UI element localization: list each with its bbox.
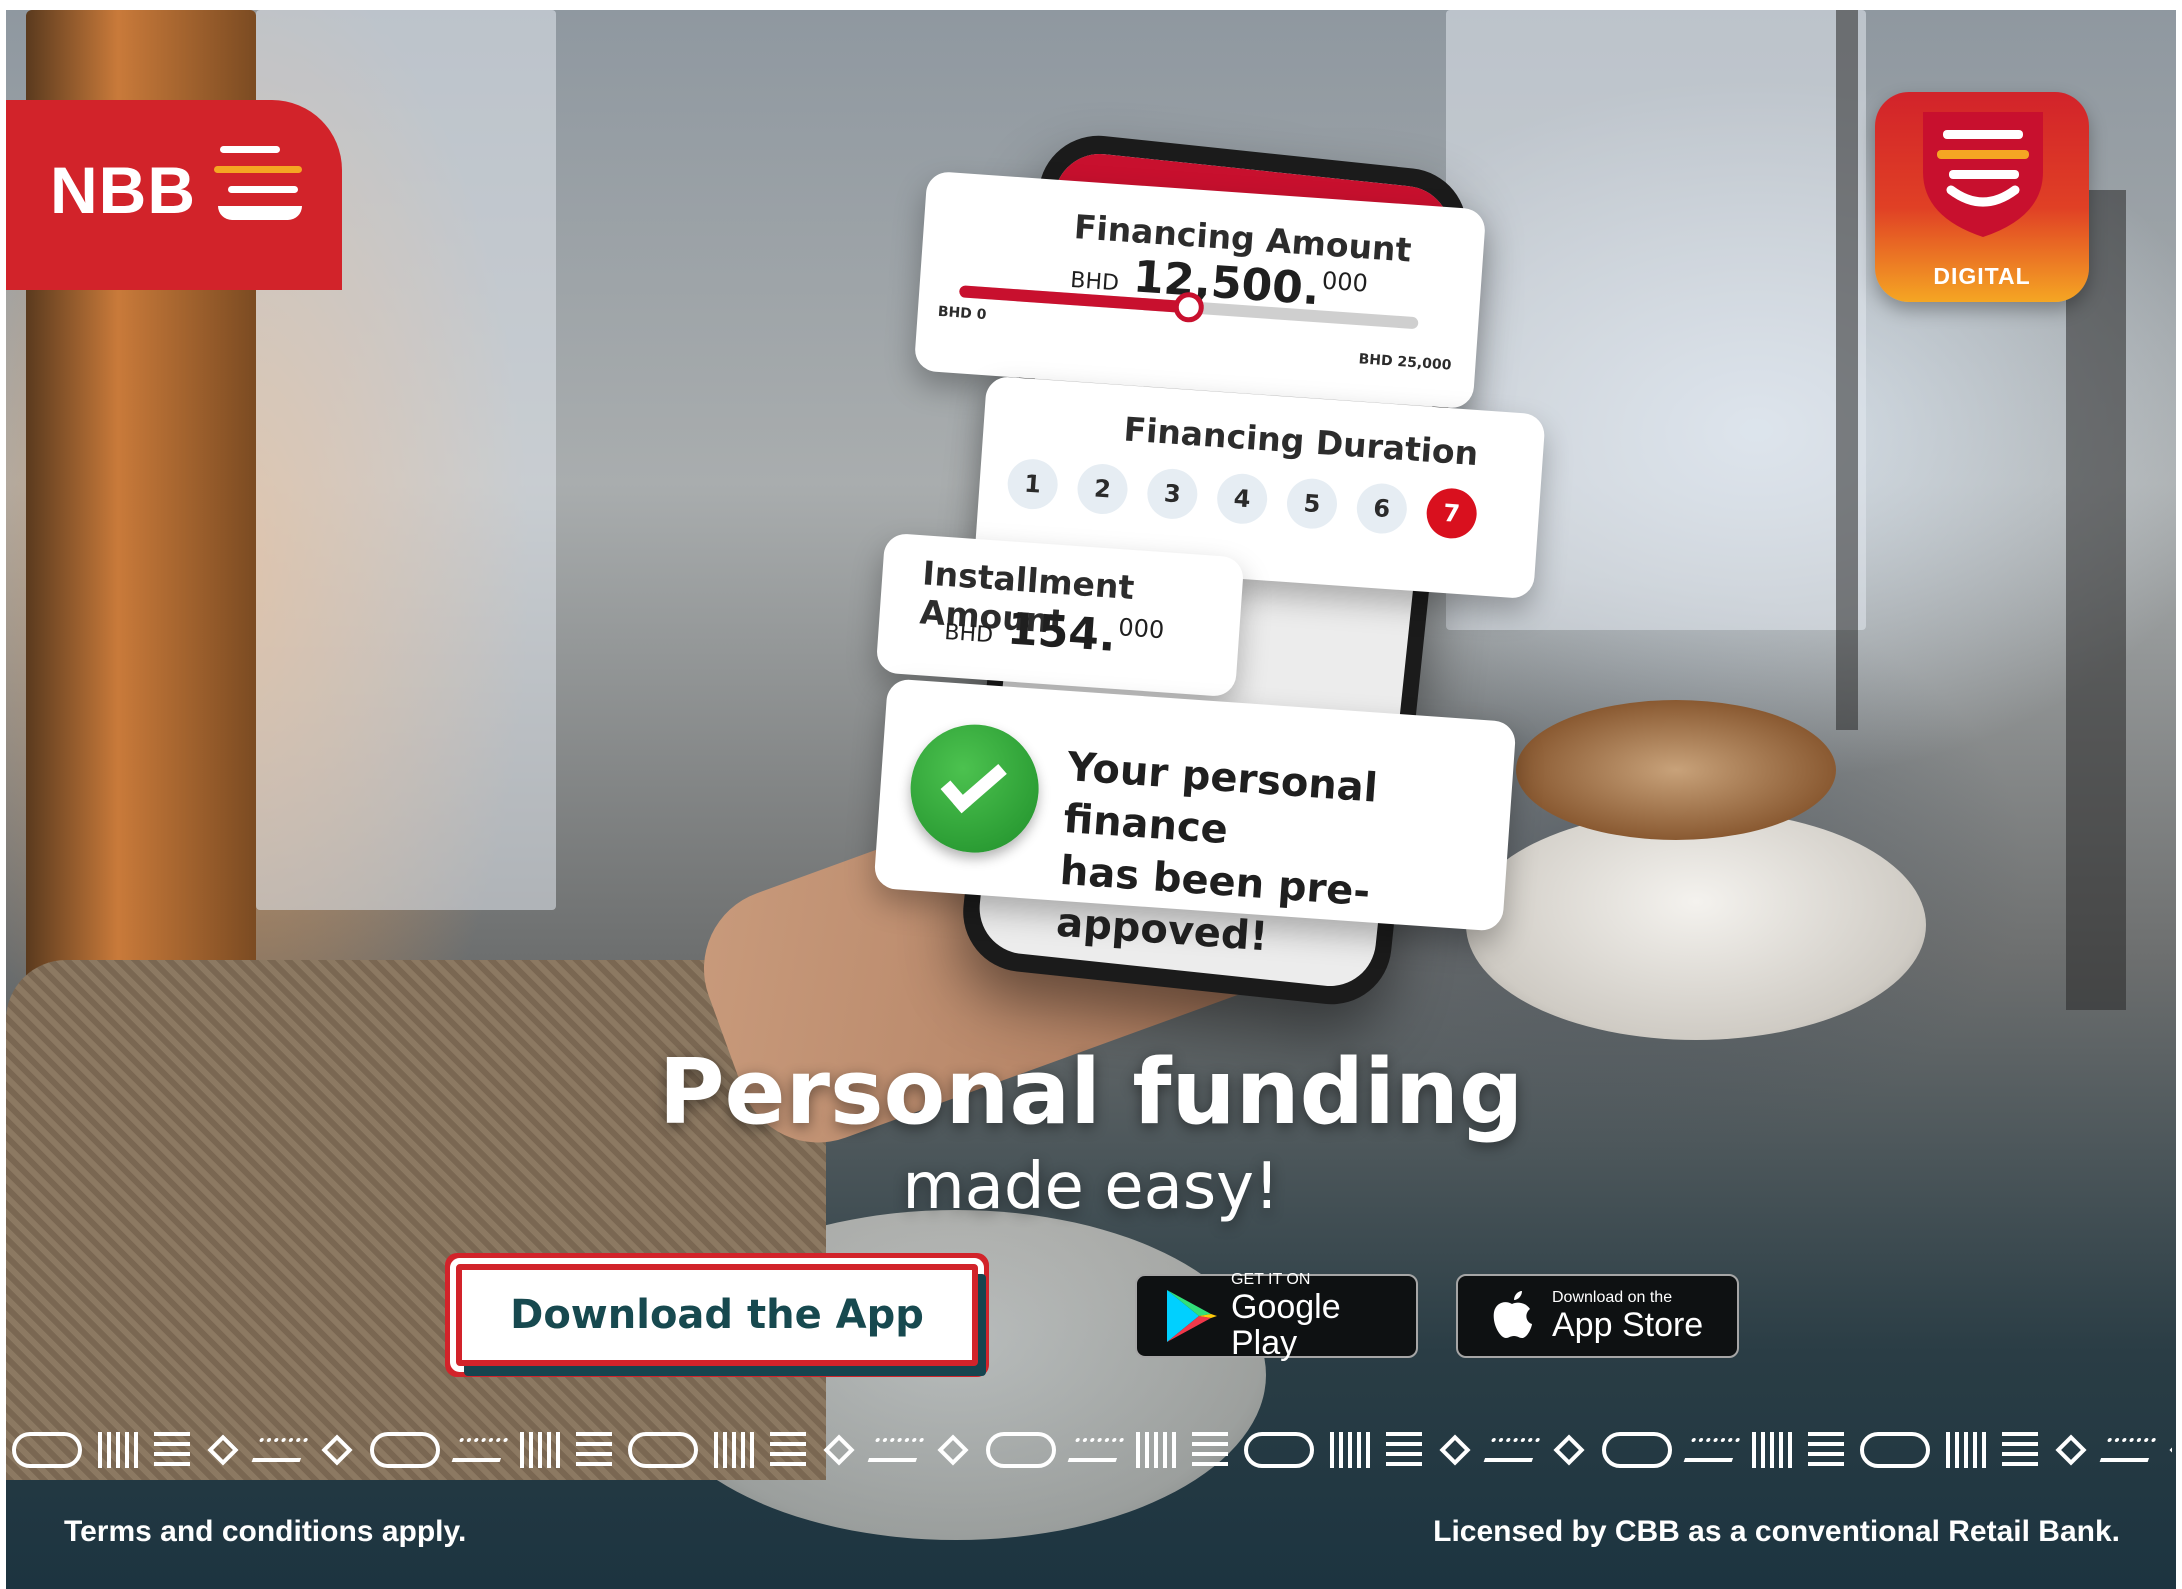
download-app-button[interactable]: Download the App	[456, 1264, 978, 1366]
duration-option-6[interactable]: 6	[1355, 481, 1409, 536]
amount-main: 154.	[1005, 603, 1118, 662]
headline-title: Personal funding	[658, 1040, 1524, 1145]
pattern-motif	[714, 1432, 754, 1468]
pattern-motif	[207, 1434, 239, 1466]
pattern-motif	[576, 1432, 612, 1468]
google-play-big: Google Play	[1231, 1288, 1341, 1362]
slider-max-label: BHD 25,000	[1358, 351, 1452, 374]
pattern-motif	[1808, 1432, 1844, 1468]
pattern-motif	[1136, 1432, 1176, 1468]
pattern-motif	[12, 1432, 82, 1468]
apple-icon	[1493, 1291, 1532, 1338]
financing-amount-card: Financing Amount BHD 12,500. 000 BHD 0 B…	[913, 170, 1487, 410]
pattern-motif	[867, 1438, 925, 1462]
pattern-motif	[1192, 1432, 1228, 1468]
nbb-digital-app-icon: DIGITAL	[1875, 92, 2089, 302]
pattern-motif	[937, 1434, 969, 1466]
coffee-cup	[1466, 810, 1926, 1040]
pattern-motif	[154, 1432, 190, 1468]
nbb-logo-text: NBB	[50, 153, 196, 227]
shield-icon	[1923, 112, 2043, 237]
pattern-motif	[1330, 1432, 1370, 1468]
arabic-logo-mark	[214, 138, 309, 238]
duration-option-3[interactable]: 3	[1145, 467, 1200, 521]
nbb-logo: NBB	[6, 100, 342, 290]
license-note: Licensed by CBB as a conventional Retail…	[1433, 1515, 2120, 1548]
duration-option-4[interactable]: 4	[1215, 472, 1269, 526]
headline-subtitle: made easy!	[902, 1150, 1280, 1224]
pattern-motif	[2169, 1434, 2172, 1466]
pattern-motif	[1244, 1432, 1314, 1468]
app-store-small: Download on the	[1552, 1289, 1673, 1306]
pattern-motif	[1067, 1438, 1125, 1462]
pattern-motif	[251, 1438, 309, 1462]
financing-duration-title: Financing Duration	[1122, 409, 1480, 474]
google-play-icon	[1167, 1290, 1217, 1342]
pattern-motif	[628, 1432, 698, 1468]
pattern-motif	[1683, 1438, 1741, 1462]
amount-decimal: 000	[1117, 613, 1166, 645]
pattern-motif	[370, 1432, 440, 1468]
approval-message: Your personal finance has been pre-appov…	[1055, 741, 1513, 980]
pattern-motif	[1553, 1434, 1585, 1466]
google-play-badge[interactable]: GET IT ON Google Play	[1135, 1271, 1418, 1361]
google-play-small: GET IT ON	[1231, 1271, 1311, 1288]
pattern-motif	[2055, 1434, 2087, 1466]
app-store-big: App Store	[1552, 1306, 1704, 1344]
check-circle-icon	[906, 720, 1043, 857]
pattern-motif	[1386, 1432, 1422, 1468]
google-play-text: GET IT ON Google Play	[1231, 1271, 1416, 1361]
duration-option-5[interactable]: 5	[1285, 476, 1339, 531]
check-mark	[940, 749, 1007, 814]
pattern-motif	[98, 1432, 138, 1468]
app-store-badge[interactable]: Download on the App Store	[1456, 1274, 1739, 1358]
currency-label: BHD	[943, 620, 994, 649]
pattern-motif	[770, 1432, 806, 1468]
window-frame	[2066, 190, 2126, 1010]
pattern-motif	[2099, 1438, 2157, 1462]
amount-decimal: 000	[1321, 266, 1369, 298]
slider-min-label: BHD 0	[937, 303, 987, 324]
pattern-motif	[2002, 1432, 2038, 1468]
pattern-motif	[823, 1434, 855, 1466]
pattern-motif	[451, 1438, 509, 1462]
duration-options: 1234567	[1005, 457, 1479, 541]
duration-option-7[interactable]: 7	[1424, 486, 1479, 541]
pattern-motif	[1439, 1434, 1471, 1466]
app-store-text: Download on the App Store	[1552, 1289, 1703, 1343]
pattern-motif	[1946, 1432, 1986, 1468]
duration-option-2[interactable]: 2	[1075, 462, 1130, 516]
pattern-motif	[1602, 1432, 1672, 1468]
pattern-motif	[1483, 1438, 1541, 1462]
window-frame	[1836, 10, 1858, 730]
pattern-motif	[321, 1434, 353, 1466]
pattern-motif	[520, 1432, 560, 1468]
currency-label: BHD	[1069, 267, 1120, 297]
pattern-motif	[986, 1432, 1056, 1468]
installment-amount-card: Installment Amount BHD 154. 000	[875, 532, 1245, 698]
pattern-motif	[1752, 1432, 1792, 1468]
duration-option-1[interactable]: 1	[1005, 457, 1060, 511]
terms-note: Terms and conditions apply.	[64, 1515, 467, 1548]
coffee-surface	[1516, 700, 1836, 840]
decorative-pattern	[12, 1425, 2172, 1475]
pre-approved-card: Your personal finance has been pre-appov…	[873, 678, 1517, 960]
pattern-motif	[1860, 1432, 1930, 1468]
digital-label: DIGITAL	[1933, 263, 2031, 289]
